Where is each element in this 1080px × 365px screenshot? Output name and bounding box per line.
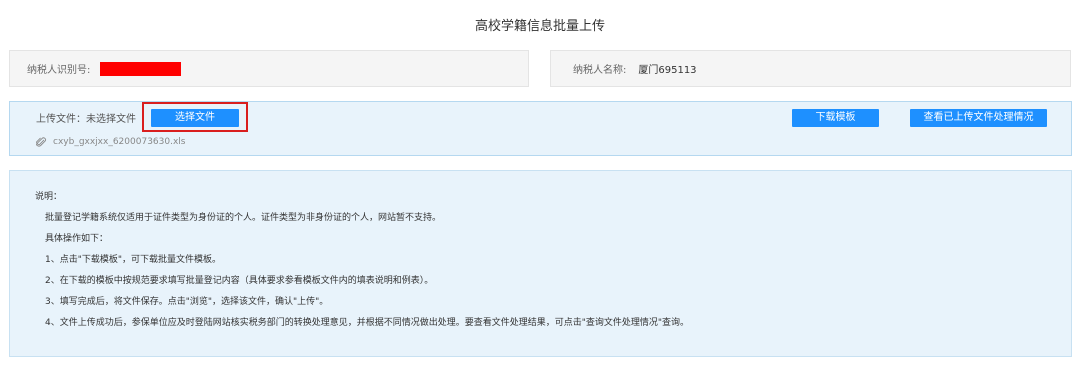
page-title: 高校学籍信息批量上传 — [474, 19, 605, 34]
view-upload-status-button[interactable]: 查看已上传文件处理情况 — [910, 109, 1047, 127]
upload-file-label: 上传文件：未选择文件 — [36, 114, 136, 125]
instructions-heading: 说明： — [35, 192, 63, 202]
taxpayer-id-label: 纳税人识别号: — [27, 65, 91, 76]
download-template-button[interactable]: 下载模板 — [792, 109, 879, 127]
taxpayer-name-value: 厦门695113 — [638, 65, 697, 76]
instruction-line: 具体操作如下： — [45, 234, 109, 244]
choose-file-button[interactable]: 选择文件 — [151, 109, 239, 127]
paperclip-icon — [35, 136, 47, 148]
upload-panel: 上传文件：未选择文件 选择文件 下载模板 查看已上传文件处理情况 cxyb_gx… — [9, 101, 1072, 156]
page: 高校学籍信息批量上传 纳税人识别号: 纳税人名称: 厦门695113 上传文件：… — [0, 0, 1080, 365]
taxpayer-name-label: 纳税人名称: — [573, 65, 627, 76]
taxpayer-id-redacted-value — [100, 61, 182, 76]
taxpayer-name-box: 纳税人名称: 厦门695113 — [550, 50, 1071, 87]
selected-file-row: cxyb_gxxjxx_6200073630.xls — [35, 136, 185, 148]
instruction-line: 批量登记学籍系统仅适用于证件类型为身份证的个人。证件类型为非身份证的个人，网站暂… — [45, 213, 442, 223]
selected-file-name[interactable]: cxyb_gxxjxx_6200073630.xls — [53, 136, 185, 148]
instruction-line: 3、填写完成后，将文件保存。点击"浏览"，选择该文件，确认"上传"。 — [45, 297, 329, 307]
instruction-line: 1、点击"下载模板"，可下载批量文件模板。 — [45, 255, 222, 265]
instruction-line: 2、在下载的模板中按规范要求填写批量登记内容（具体要求参看模板文件内的填表说明和… — [45, 276, 434, 286]
instruction-line: 4、文件上传成功后，参保单位应及时登陆网站核实税务部门的转换处理意见，并根据不同… — [45, 318, 690, 328]
taxpayer-id-box: 纳税人识别号: — [9, 50, 529, 87]
instructions-panel: 说明： 批量登记学籍系统仅适用于证件类型为身份证的个人。证件类型为非身份证的个人… — [9, 170, 1072, 357]
